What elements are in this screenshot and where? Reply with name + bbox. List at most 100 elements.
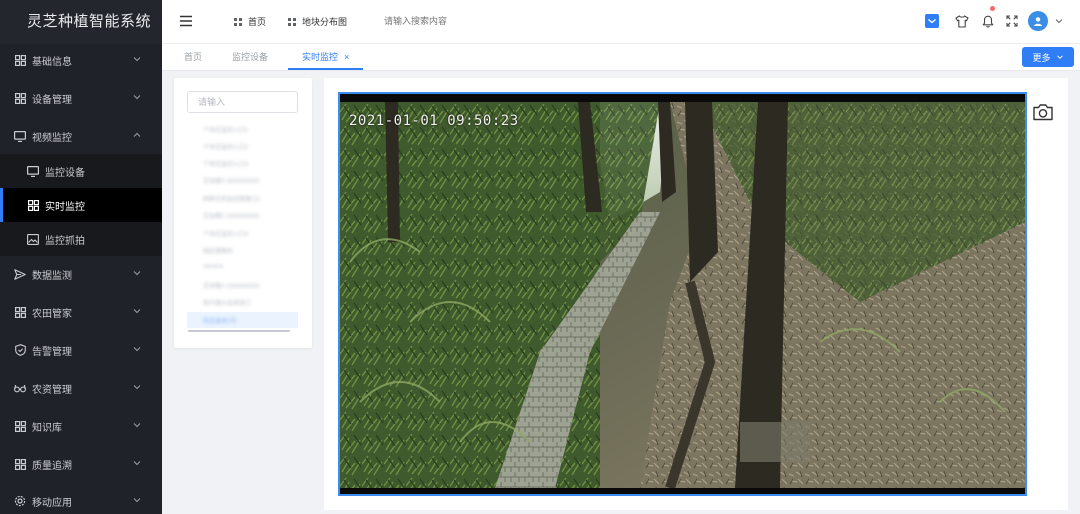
forest-video-frame [340,102,1025,488]
sidebar-item-device-management[interactable]: 设备管理 [0,79,162,117]
chevron-down-icon [133,385,141,390]
chevron-down-icon [133,95,141,100]
device-list-item[interactable]: 芝加看5 1500000000 [203,176,259,185]
grid-icon [288,17,296,26]
user-icon [1034,17,1042,26]
sidebar: 灵芝种植智能系统 基础信息 设备管理 视频监控 监控设备 实时监控 监控抓拍 数… [0,0,162,514]
grid-icon [234,17,242,26]
sidebar-item-label: 设备管理 [32,94,72,106]
tab-close-icon[interactable]: × [344,52,349,62]
sidebar-item-alarm-management[interactable]: 告警管理 [0,331,162,369]
send-icon [14,268,26,280]
more-button-label: 更多 [1032,52,1051,63]
grid-icon [14,92,26,104]
chevron-down-icon [133,271,141,276]
sidebar-item-agri-materials[interactable]: 农资管理 [0,369,162,407]
grid-icon [14,54,26,66]
menu-toggle-icon[interactable] [178,13,194,29]
sidebar-item-farm-steward[interactable]: 农田管家 [0,293,162,331]
fullscreen-button[interactable] [1004,13,1020,29]
app-title: 灵芝种植智能系统 [0,0,162,44]
chevron-down-icon [1056,55,1063,59]
shirt-icon [955,14,969,28]
breadcrumb-home[interactable]: 首页 [234,15,266,28]
chevron-down-icon [133,309,141,314]
image-icon [27,233,39,245]
tab-label: 首页 [184,52,203,62]
tab-monitor-devices[interactable]: 监控设备 [232,44,268,70]
sidebar-item-label: 农田管家 [32,308,72,320]
chevron-down-icon [133,423,141,428]
grid-icon [14,420,26,432]
device-list-item[interactable]: 个体芝监控入口3 [203,229,248,238]
sidebar-item-label: 数据监测 [32,270,72,282]
live-video-player[interactable]: 2021-01-01 09:50:23 [338,92,1027,496]
device-list-item[interactable]: 芝加看5 1500000000 [203,211,259,220]
gear-icon [14,495,26,507]
sidebar-subitem-monitor-snapshots[interactable]: 监控抓拍 [0,222,162,256]
sidebar-item-label: 告警管理 [32,346,72,358]
more-button[interactable]: 更多 [1022,47,1074,67]
sidebar-item-mobile-apps[interactable]: 移动应用 [0,482,162,514]
device-list-item[interactable]: 个体芝监控入口2 [203,142,248,151]
device-list-item[interactable]: 个体芝监控入口1 [203,125,248,134]
monitor-icon [27,165,39,177]
bell-icon [982,15,994,27]
notification-badge-dot [990,6,995,11]
sidebar-item-label: 基础信息 [32,56,72,68]
device-list-item[interactable]: 个体芝监控入口3 [203,159,248,168]
tab-home[interactable]: 首页 [184,44,202,70]
sidebar-item-label: 农资管理 [32,384,72,396]
checkbox-checked-icon [925,14,939,28]
device-list-item[interactable]: camera [203,264,223,270]
sidebar-subitem-live-monitoring[interactable]: 实时监控 [0,188,162,222]
horizontal-scrollbar[interactable] [188,330,290,332]
sidebar-item-label: 知识库 [32,422,62,434]
device-list-item[interactable]: 园区摄像机 [203,246,233,255]
device-list-panel: 个体芝监控入口1 个体芝监控入口2 个体芝监控入口3 芝加看5 15000000… [174,78,312,348]
glasses-icon [14,382,26,394]
device-list-item[interactable]: 鱼片菌头监视室口 [203,298,251,307]
sidebar-subitem-label: 监控抓拍 [45,235,85,247]
device-list-item-selected[interactable]: 西芝森林2号 [203,316,236,325]
tab-live-monitoring[interactable]: 实时监控 × [288,44,364,70]
device-search-input[interactable] [187,91,298,113]
chevron-down-icon [133,347,141,352]
page-tabs: 首页 监控设备 实时监控 × 更多 [162,44,1080,71]
top-header: 首页 地块分布图 [162,0,1080,44]
checkbox-toggle[interactable] [924,13,940,29]
breadcrumb-plot-map[interactable]: 地块分布图 [288,15,347,28]
sidebar-subitem-monitor-devices[interactable]: 监控设备 [0,154,162,188]
sidebar-item-label: 质量追溯 [32,460,72,472]
device-list-item[interactable]: 种群芝和监控摄像口1 [203,194,260,203]
chevron-down-icon[interactable] [1054,16,1064,26]
theme-button[interactable] [954,13,970,29]
sidebar-item-data-monitoring[interactable]: 数据监测 [0,255,162,293]
fullscreen-icon [1006,15,1018,27]
sidebar-item-label: 视频监控 [32,132,72,144]
shield-icon [14,344,26,356]
sidebar-item-video-monitoring[interactable]: 视频监控 [0,117,162,155]
camera-snapshot-icon[interactable] [1031,100,1055,124]
grid-icon [14,306,26,318]
breadcrumb-label: 地块分布图 [302,17,348,27]
sidebar-subitem-label: 监控设备 [45,167,85,179]
sidebar-item-knowledge-base[interactable]: 知识库 [0,407,162,445]
chevron-down-icon [133,461,141,466]
chevron-down-icon [133,57,141,62]
device-list-item[interactable]: 芝加看5 1500000000 [203,281,259,290]
breadcrumb-label: 首页 [248,17,267,27]
sidebar-item-basic-info[interactable]: 基础信息 [0,41,162,79]
sidebar-subitem-label: 实时监控 [45,201,85,213]
chevron-down-icon [133,498,141,503]
grid-icon [27,199,39,211]
sidebar-item-quality-tracing[interactable]: 质量追溯 [0,445,162,483]
tab-label: 实时监控 [302,52,339,62]
user-avatar[interactable] [1028,11,1048,31]
video-timestamp-overlay: 2021-01-01 09:50:23 [349,113,519,129]
monitor-icon [14,130,26,142]
header-search-input[interactable] [384,11,584,31]
notification-button[interactable] [980,13,996,29]
tab-label: 监控设备 [232,52,269,62]
chevron-up-icon [133,132,141,137]
